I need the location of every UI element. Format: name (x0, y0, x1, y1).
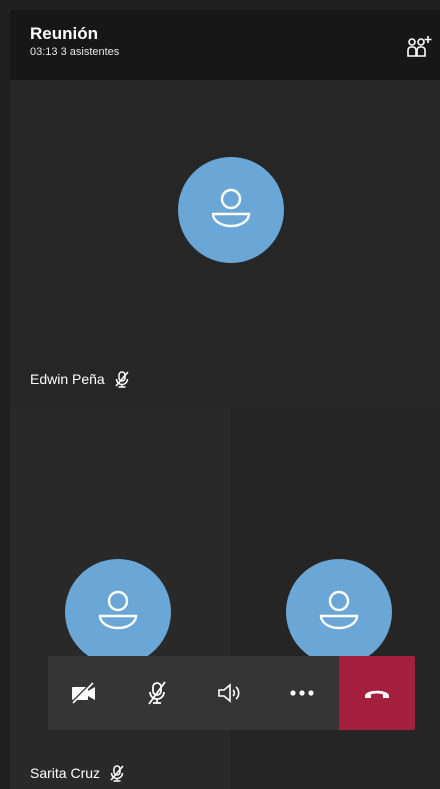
mic-off-icon (110, 765, 124, 782)
meeting-title: Reunión (30, 24, 98, 43)
avatar (65, 559, 171, 665)
speaker-icon (217, 683, 240, 703)
avatar (286, 559, 392, 665)
participant-name-label: Sarita Cruz (30, 764, 126, 782)
user-icon (211, 188, 251, 228)
participant-name: Edwin Peña (30, 371, 105, 387)
participant-tile-edwin[interactable]: Edwin Peña (10, 80, 440, 408)
participant-name-label: Edwin Peña (30, 370, 131, 388)
user-icon (98, 590, 138, 630)
microphone-toggle-button[interactable] (121, 656, 194, 730)
avatar (178, 157, 284, 263)
participant-tile-sarita[interactable]: Sarita Cruz (10, 408, 230, 789)
add-participants-button[interactable] (404, 32, 434, 62)
camera-toggle-button[interactable] (48, 656, 121, 730)
video-off-icon (71, 681, 96, 705)
speaker-button[interactable] (193, 656, 266, 730)
user-icon (319, 590, 359, 630)
more-options-button[interactable] (266, 656, 339, 730)
hang-up-icon (364, 690, 389, 698)
call-controls (48, 656, 415, 730)
participant-tile-third[interactable] (230, 408, 440, 789)
hang-up-button[interactable] (338, 656, 415, 730)
more-icon (290, 690, 314, 696)
meeting-header: Reunión 03:13 3 asistentes (10, 10, 440, 80)
add-people-icon (407, 36, 432, 57)
meeting-subtitle: 03:13 3 asistentes (30, 46, 120, 58)
mic-off-icon (115, 371, 129, 388)
mic-off-icon (148, 681, 166, 705)
participant-name: Sarita Cruz (30, 765, 101, 781)
